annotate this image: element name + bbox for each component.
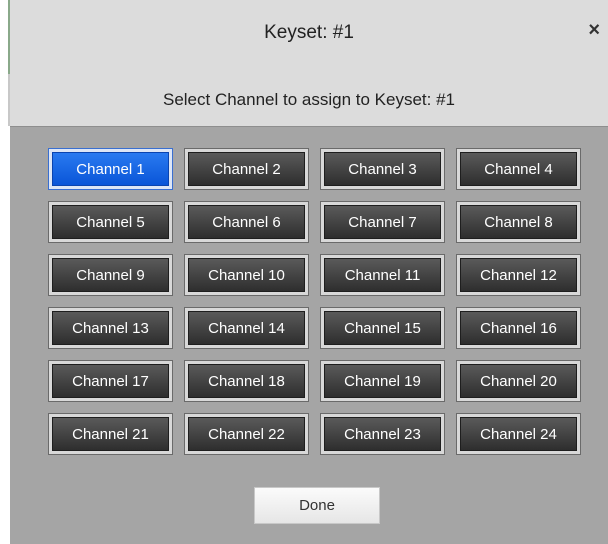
channel-button[interactable]: Channel 13 (48, 307, 173, 349)
channel-button-label: Channel 11 (324, 258, 441, 292)
channel-button-label: Channel 12 (460, 258, 577, 292)
channel-button-label: Channel 8 (460, 205, 577, 239)
channel-button-label: Channel 2 (188, 152, 305, 186)
channel-button-label: Channel 7 (324, 205, 441, 239)
dialog-title: Keyset: #1 (264, 22, 354, 43)
channel-button-label: Channel 3 (324, 152, 441, 186)
channel-button[interactable]: Channel 8 (456, 201, 581, 243)
channel-button[interactable]: Channel 12 (456, 254, 581, 296)
dialog-header: Keyset: #1 × Select Channel to assign to… (10, 0, 608, 127)
channel-button[interactable]: Channel 6 (184, 201, 309, 243)
channel-button-label: Channel 22 (188, 417, 305, 451)
channel-button-label: Channel 1 (52, 152, 169, 186)
channel-button-label: Channel 6 (188, 205, 305, 239)
channel-button-label: Channel 15 (324, 311, 441, 345)
channel-button[interactable]: Channel 22 (184, 413, 309, 455)
channel-button[interactable]: Channel 15 (320, 307, 445, 349)
channel-button-label: Channel 24 (460, 417, 577, 451)
done-button[interactable]: Done (254, 487, 380, 524)
channel-button-label: Channel 10 (188, 258, 305, 292)
channel-button-label: Channel 19 (324, 364, 441, 398)
channel-button[interactable]: Channel 3 (320, 148, 445, 190)
channel-button-label: Channel 18 (188, 364, 305, 398)
channel-button-label: Channel 14 (188, 311, 305, 345)
channel-button-label: Channel 13 (52, 311, 169, 345)
channel-button-label: Channel 16 (460, 311, 577, 345)
channel-button-label: Channel 20 (460, 364, 577, 398)
channel-button[interactable]: Channel 14 (184, 307, 309, 349)
dialog-subtitle: Select Channel to assign to Keyset: #1 (162, 90, 455, 109)
channel-button[interactable]: Channel 23 (320, 413, 445, 455)
channel-button[interactable]: Channel 7 (320, 201, 445, 243)
channel-button[interactable]: Channel 4 (456, 148, 581, 190)
channel-button[interactable]: Channel 9 (48, 254, 173, 296)
keyset-dialog: Keyset: #1 × Select Channel to assign to… (10, 0, 608, 544)
channel-button-label: Channel 5 (52, 205, 169, 239)
channel-button[interactable]: Channel 21 (48, 413, 173, 455)
channel-grid: Channel 1 Channel 2 Channel 3 Channel 4 Chan… (48, 148, 581, 455)
channel-button[interactable]: Channel 19 (320, 360, 445, 402)
channel-button[interactable]: Channel 17 (48, 360, 173, 402)
channel-button[interactable]: Channel 24 (456, 413, 581, 455)
channel-button-label: Channel 23 (324, 417, 441, 451)
channel-button[interactable]: Channel 2 (184, 148, 309, 190)
channel-button[interactable]: Channel 10 (184, 254, 309, 296)
left-edge (0, 0, 10, 544)
channel-button[interactable]: Channel 16 (456, 307, 581, 349)
channel-button-label: Channel 4 (460, 152, 577, 186)
channel-button[interactable]: Channel 20 (456, 360, 581, 402)
channel-button[interactable]: Channel 5 (48, 201, 173, 243)
channel-button-label: Channel 9 (52, 258, 169, 292)
channel-button[interactable]: Channel 1 (48, 148, 173, 190)
close-icon[interactable]: × (588, 20, 600, 40)
channel-button-label: Channel 21 (52, 417, 169, 451)
channel-button[interactable]: Channel 18 (184, 360, 309, 402)
channel-button-label: Channel 17 (52, 364, 169, 398)
channel-button[interactable]: Channel 11 (320, 254, 445, 296)
